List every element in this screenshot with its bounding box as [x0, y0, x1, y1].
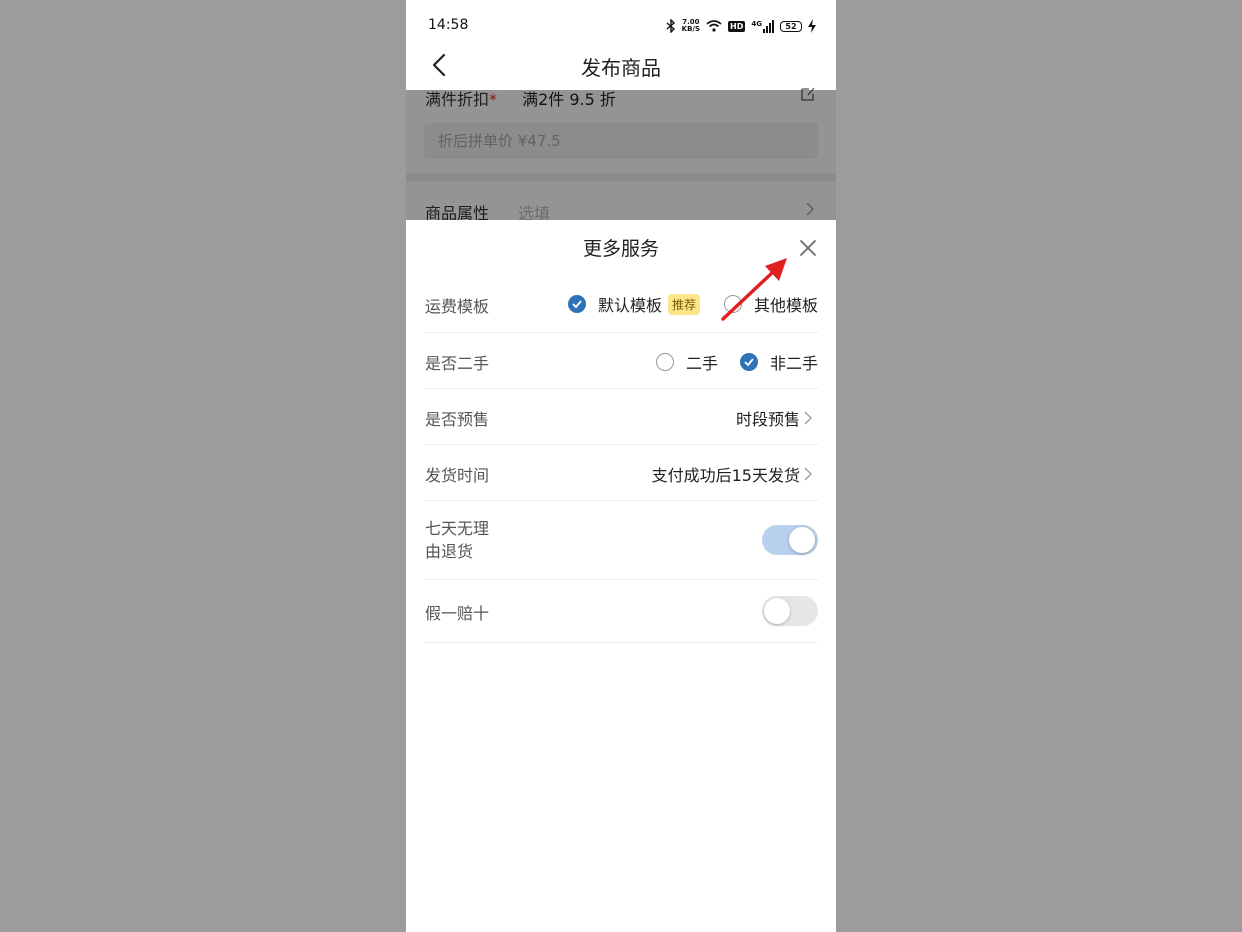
presale-label: 是否预售	[425, 410, 490, 429]
shipping-time-value: 支付成功后15天发货	[651, 466, 800, 485]
annotation-arrow-icon	[721, 258, 787, 321]
nav-bar: 发布商品	[406, 42, 836, 90]
battery-level: 52	[785, 21, 797, 31]
seven-day-return-row: 七天无理 由退货	[424, 501, 818, 580]
check-icon	[744, 358, 754, 367]
hd-badge: HD	[728, 20, 746, 32]
not-second-hand-radio[interactable]	[739, 353, 758, 371]
battery-icon: 52	[780, 20, 802, 32]
shipping-template-label: 运费模板	[425, 297, 490, 316]
second-hand-option-label[interactable]: 二手	[686, 350, 718, 374]
default-template-label[interactable]: 默认模板	[598, 292, 662, 316]
second-hand-options: 二手 非二手	[655, 350, 818, 374]
check-icon	[572, 300, 582, 309]
toggle-knob	[764, 598, 790, 624]
recommended-badge: 推荐	[667, 293, 700, 315]
seven-day-return-label: 七天无理 由退货	[425, 517, 489, 563]
bluetooth-icon	[666, 19, 675, 33]
network-type: 4G	[751, 19, 762, 28]
signal-icon: 4G	[751, 19, 774, 33]
charging-icon	[808, 19, 816, 33]
modal-overlay[interactable]	[406, 90, 836, 220]
seven-day-return-toggle[interactable]	[762, 525, 818, 555]
seven-day-return-label-line1: 七天无理	[425, 519, 490, 538]
close-icon[interactable]	[798, 238, 818, 258]
second-hand-radio[interactable]	[655, 353, 674, 371]
chevron-right-icon	[804, 411, 812, 425]
presale-value: 时段预售	[735, 410, 800, 429]
counterfeit-compensation-label: 假一赔十	[425, 604, 490, 623]
presale-row[interactable]: 是否预售 时段预售	[424, 389, 818, 445]
phone-screen: 14:58 7.00 KB/S HD 4G 52 发布商品 满件折扣* 满2件 …	[406, 0, 836, 932]
counterfeit-compensation-row: 假一赔十	[424, 580, 818, 643]
status-time: 14:58	[428, 17, 469, 33]
chevron-right-icon	[804, 467, 812, 481]
not-second-hand-label[interactable]: 非二手	[770, 350, 818, 374]
shipping-time-label: 发货时间	[425, 466, 490, 485]
toggle-knob	[789, 527, 815, 553]
network-speed-unit: KB/S	[681, 25, 701, 33]
seven-day-return-label-line2: 由退货	[425, 542, 474, 561]
page-title: 发布商品	[581, 56, 661, 80]
more-services-sheet: 更多服务 运费模板 默认模板 推荐 其他模板 是否二手 二手 非二手 是否预售 …	[406, 220, 836, 932]
second-hand-label: 是否二手	[425, 354, 490, 373]
shipping-time-value-group[interactable]: 支付成功后15天发货	[652, 462, 812, 486]
shipping-time-row[interactable]: 发货时间 支付成功后15天发货	[424, 445, 818, 501]
presale-value-group[interactable]: 时段预售	[736, 406, 812, 430]
second-hand-row: 是否二手 二手 非二手	[424, 333, 818, 389]
seven-day-return-control	[762, 525, 818, 555]
status-icons: 7.00 KB/S HD 4G 52	[666, 16, 816, 36]
wifi-icon	[706, 20, 722, 32]
counterfeit-compensation-toggle[interactable]	[762, 596, 818, 626]
default-template-radio[interactable]	[567, 295, 586, 313]
network-speed: 7.00 KB/S	[682, 19, 700, 33]
counterfeit-compensation-control	[762, 596, 818, 626]
